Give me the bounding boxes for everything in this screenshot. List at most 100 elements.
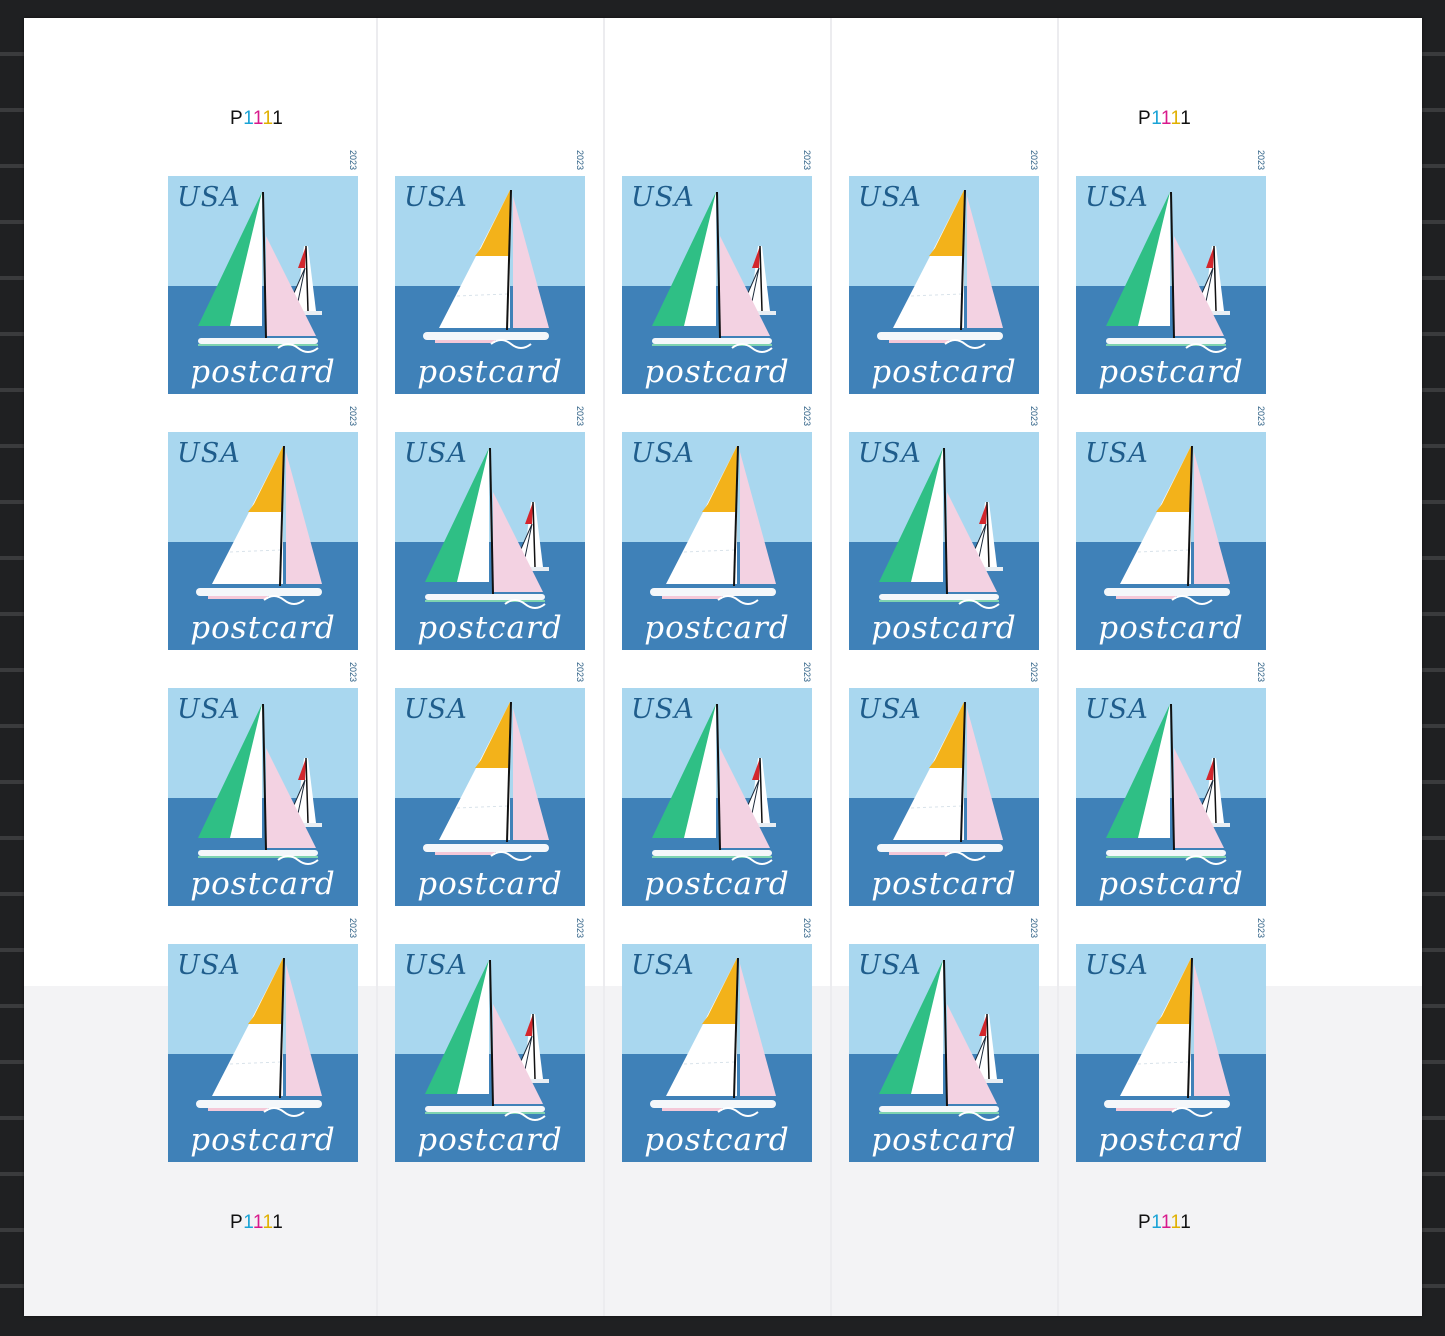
hull	[1106, 338, 1226, 344]
stamp-green: USA 2023 postcard	[849, 918, 1039, 1162]
stamp-country: USA	[404, 950, 468, 981]
stamp-denomination: postcard	[190, 866, 336, 902]
stamp-denomination: postcard	[1098, 610, 1244, 646]
stamp-denomination: postcard	[644, 354, 790, 390]
stamp-year: 2023	[802, 406, 812, 427]
stamp-country: USA	[858, 694, 922, 725]
hull	[425, 1106, 545, 1112]
stamp-country: USA	[1085, 950, 1149, 981]
stamp-year: 2023	[1256, 406, 1266, 427]
stamp-denomination: postcard	[1098, 354, 1244, 390]
stamp-denomination: postcard	[190, 610, 336, 646]
stamp-green: USA 2023 postcard	[1076, 662, 1266, 906]
stamp-green: USA 2023 postcard	[849, 406, 1039, 650]
stamp-country: USA	[631, 182, 695, 213]
stamp-yellow: USA 2023 postcard	[168, 918, 358, 1162]
stamp-country: USA	[631, 438, 695, 469]
stamp-country: USA	[858, 950, 922, 981]
stamp-yellow: USA 2023 postcard	[622, 406, 812, 650]
panel-divider	[830, 18, 832, 1316]
hull	[650, 1100, 776, 1108]
stamp-denomination: postcard	[644, 610, 790, 646]
stamp-country: USA	[631, 694, 695, 725]
plate-number-top-left: P1111	[230, 108, 284, 129]
stamp-year: 2023	[575, 918, 585, 939]
stamp-country: USA	[404, 182, 468, 213]
stamp-denomination: postcard	[417, 1122, 563, 1158]
stamp-year: 2023	[802, 150, 812, 171]
stamp-year: 2023	[1256, 662, 1266, 683]
stamp-green: USA 2023 postcard	[395, 406, 585, 650]
hull	[877, 332, 1003, 340]
stamp-yellow: USA 2023 postcard	[168, 406, 358, 650]
stamp-green: USA 2023 postcard	[1076, 150, 1266, 394]
hull	[879, 1106, 999, 1112]
stamp-year: 2023	[348, 918, 358, 939]
stamp-denomination: postcard	[417, 866, 563, 902]
panel-divider	[603, 18, 605, 1316]
hull	[877, 844, 1003, 852]
stamp-country: USA	[177, 182, 241, 213]
stamp-denomination: postcard	[417, 354, 563, 390]
hull	[198, 850, 318, 856]
stamp-country: USA	[177, 950, 241, 981]
stamp-denomination: postcard	[417, 610, 563, 646]
stamp-country: USA	[858, 438, 922, 469]
stamp-year: 2023	[1029, 150, 1039, 171]
stamp-year: 2023	[575, 406, 585, 427]
stamp-yellow: USA 2023 postcard	[1076, 406, 1266, 650]
hull	[196, 588, 322, 596]
hull	[652, 338, 772, 344]
stamp-green: USA 2023 postcard	[168, 662, 358, 906]
hull	[423, 844, 549, 852]
hull	[198, 338, 318, 344]
stamp-country: USA	[177, 694, 241, 725]
stamp-green: USA 2023 postcard	[168, 150, 358, 394]
stamp-denomination: postcard	[644, 866, 790, 902]
plate-number-bottom-right: P1111	[1138, 1212, 1192, 1233]
stamp-denomination: postcard	[190, 354, 336, 390]
stamp-year: 2023	[575, 150, 585, 171]
stamp-denomination: postcard	[1098, 1122, 1244, 1158]
stamp-yellow: USA 2023 postcard	[849, 150, 1039, 394]
stamp-green: USA 2023 postcard	[395, 918, 585, 1162]
hull	[1104, 1100, 1230, 1108]
stamp-green: USA 2023 postcard	[622, 662, 812, 906]
stamp-year: 2023	[802, 662, 812, 683]
stamp-country: USA	[404, 438, 468, 469]
stamp-yellow: USA 2023 postcard	[622, 918, 812, 1162]
stamp-year: 2023	[1029, 406, 1039, 427]
plate-number-bottom-left: P1111	[230, 1212, 284, 1233]
stamp-denomination: postcard	[871, 1122, 1017, 1158]
stamp-country: USA	[858, 182, 922, 213]
stamp-denomination: postcard	[1098, 866, 1244, 902]
stamp-year: 2023	[1029, 918, 1039, 939]
hull	[652, 850, 772, 856]
stamp-yellow: USA 2023 postcard	[1076, 918, 1266, 1162]
stamp-country: USA	[1085, 182, 1149, 213]
stamp-country: USA	[1085, 694, 1149, 725]
stamp-year: 2023	[348, 406, 358, 427]
stamp-yellow: USA 2023 postcard	[395, 662, 585, 906]
stamp-country: USA	[404, 694, 468, 725]
hull	[879, 594, 999, 600]
stamp-denomination: postcard	[871, 866, 1017, 902]
stamp-year: 2023	[1256, 150, 1266, 171]
hull	[425, 594, 545, 600]
hull	[423, 332, 549, 340]
hull	[650, 588, 776, 596]
stamp-denomination: postcard	[871, 354, 1017, 390]
stamp-year: 2023	[802, 918, 812, 939]
hull	[1104, 588, 1230, 596]
stamp-year: 2023	[575, 662, 585, 683]
stamp-year: 2023	[348, 150, 358, 171]
stamp-country: USA	[1085, 438, 1149, 469]
stamp-country: USA	[631, 950, 695, 981]
hull	[196, 1100, 322, 1108]
stamp-denomination: postcard	[190, 1122, 336, 1158]
stamp-green: USA 2023 postcard	[622, 150, 812, 394]
panel-divider	[376, 18, 378, 1316]
hull	[1106, 850, 1226, 856]
panel-divider	[1057, 18, 1059, 1316]
stamp-denomination: postcard	[644, 1122, 790, 1158]
